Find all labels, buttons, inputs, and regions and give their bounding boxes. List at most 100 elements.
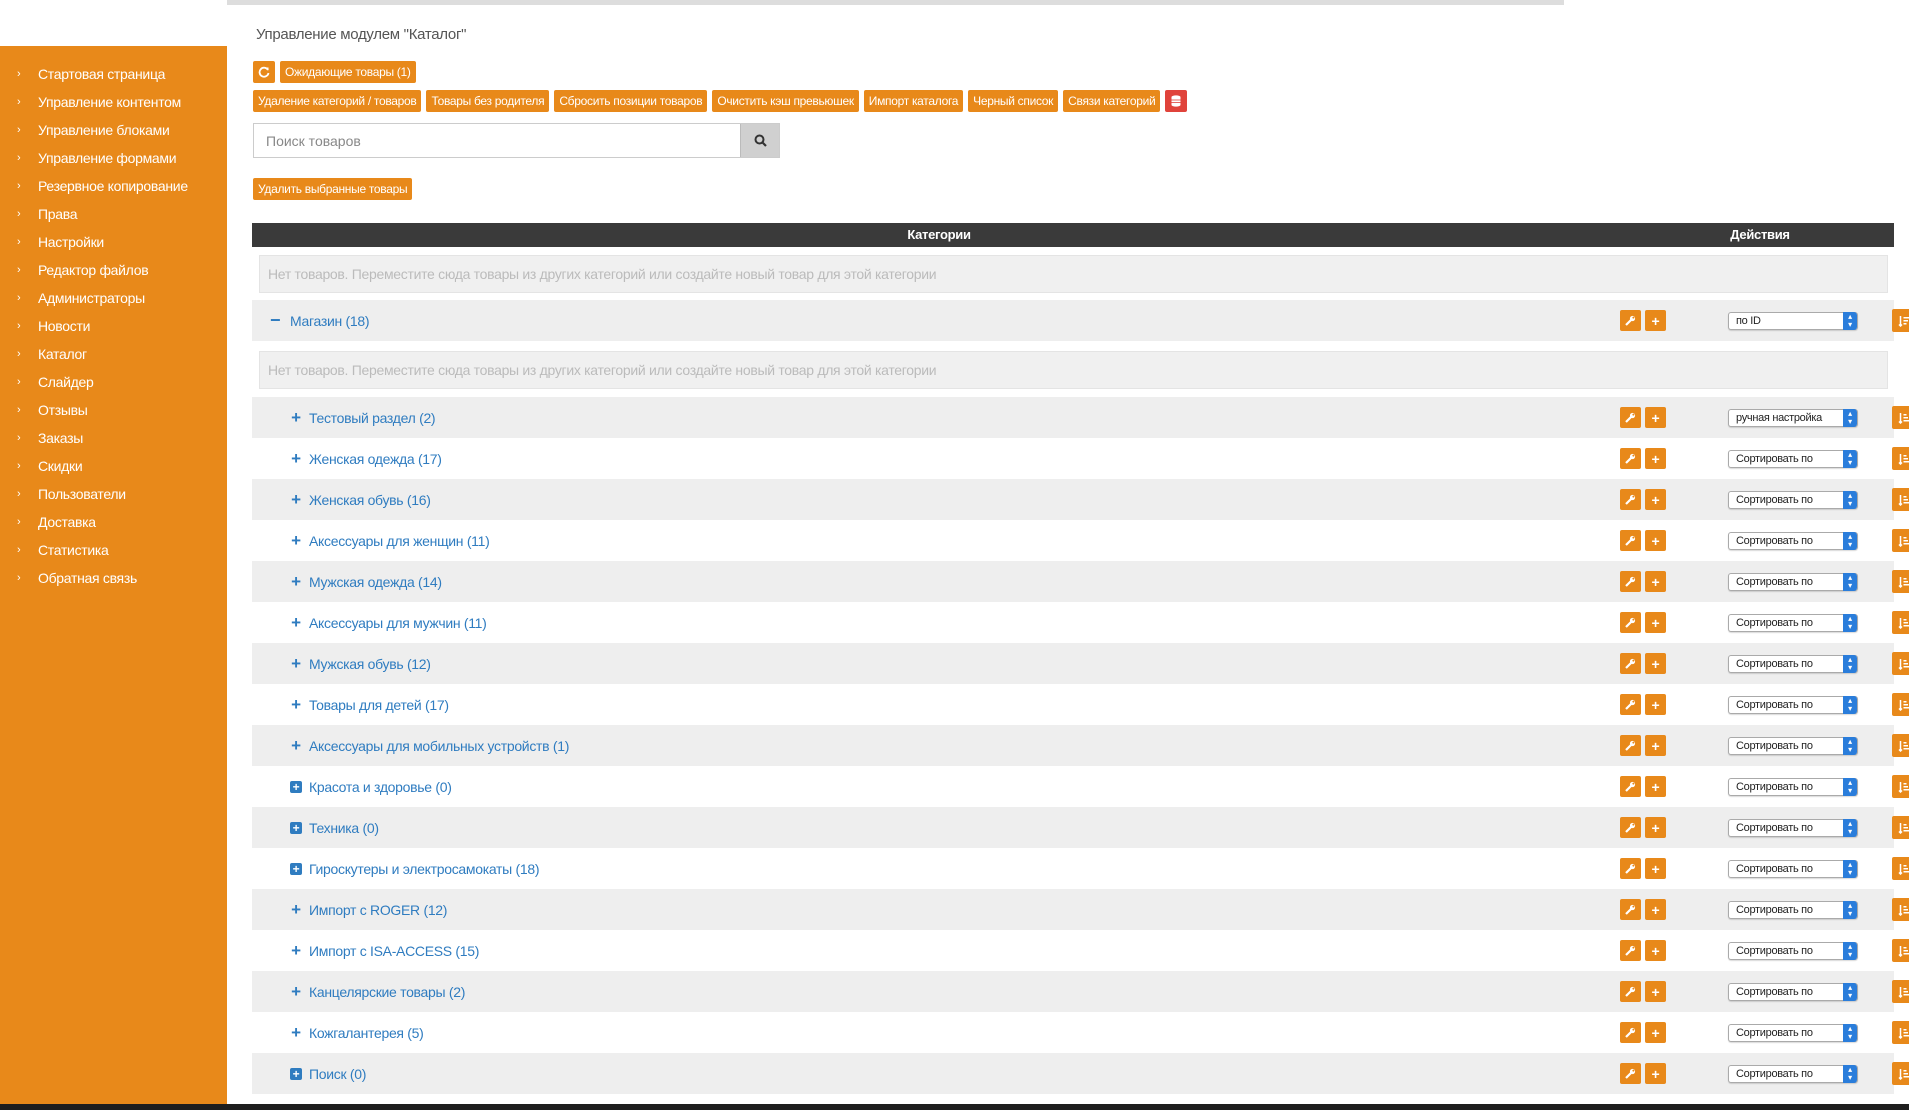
expand-icon[interactable]: + — [289, 613, 303, 633]
category-link[interactable]: Мужская обувь (12) — [309, 656, 431, 672]
sort-apply-button[interactable] — [1892, 611, 1909, 634]
sort-apply-button[interactable] — [1892, 980, 1909, 1003]
sort-apply-button[interactable] — [1892, 447, 1909, 470]
sidebar-item[interactable]: › Администраторы — [0, 284, 227, 312]
sidebar-item[interactable]: › Резервное копирование — [0, 172, 227, 200]
category-link[interactable]: Мужская одежда (14) — [309, 574, 442, 590]
sort-apply-button[interactable] — [1892, 529, 1909, 552]
expand-icon[interactable]: + — [290, 780, 302, 793]
add-button[interactable]: + — [1645, 858, 1666, 879]
add-button[interactable]: + — [1645, 407, 1666, 428]
category-link[interactable]: Гироскутеры и электросамокаты (18) — [309, 861, 539, 877]
category-link[interactable]: Женская обувь (16) — [309, 492, 431, 508]
edit-button[interactable] — [1620, 1063, 1641, 1084]
expand-icon[interactable]: + — [289, 736, 303, 756]
sort-apply-button[interactable] — [1892, 570, 1909, 593]
edit-button[interactable] — [1620, 735, 1641, 756]
sort-select[interactable]: Сортировать по ▴ ▾ — [1728, 695, 1858, 714]
category-link[interactable]: Товары для детей (17) — [309, 697, 449, 713]
add-button[interactable]: + — [1645, 817, 1666, 838]
expand-icon[interactable]: + — [289, 941, 303, 961]
sidebar-item[interactable]: › Доставка — [0, 508, 227, 536]
edit-button[interactable] — [1620, 489, 1641, 510]
sort-select[interactable]: Сортировать по ▴ ▾ — [1728, 900, 1858, 919]
category-link[interactable]: Канцелярские товары (2) — [309, 984, 465, 1000]
edit-button[interactable] — [1620, 407, 1641, 428]
edit-button[interactable] — [1620, 899, 1641, 920]
sort-select[interactable]: Сортировать по ▴ ▾ — [1728, 859, 1858, 878]
sort-apply-button[interactable] — [1892, 775, 1909, 798]
category-link[interactable]: Аксессуары для мужчин (11) — [309, 615, 487, 631]
sidebar-item[interactable]: › Каталог — [0, 340, 227, 368]
sidebar-item[interactable]: › Скидки — [0, 452, 227, 480]
expand-icon[interactable]: + — [289, 490, 303, 510]
sort-apply-button[interactable] — [1892, 734, 1909, 757]
add-button[interactable]: + — [1645, 981, 1666, 1002]
expand-icon[interactable]: + — [289, 982, 303, 1002]
sort-apply-button[interactable] — [1892, 406, 1909, 429]
expand-icon[interactable]: + — [290, 821, 302, 834]
edit-button[interactable] — [1620, 653, 1641, 674]
sort-select[interactable]: Сортировать по ▴ ▾ — [1728, 490, 1858, 509]
expand-icon[interactable]: + — [290, 1067, 302, 1080]
sort-apply-button[interactable] — [1892, 652, 1909, 675]
category-link[interactable]: Аксессуары для мобильных устройств (1) — [309, 738, 569, 754]
add-button[interactable]: + — [1645, 694, 1666, 715]
add-button[interactable]: + — [1645, 653, 1666, 674]
sort-apply-button[interactable] — [1892, 898, 1909, 921]
sort-select[interactable]: Сортировать по ▴ ▾ — [1728, 777, 1858, 796]
add-button[interactable]: + — [1645, 448, 1666, 469]
collapse-icon[interactable]: − — [270, 310, 281, 331]
sort-select[interactable]: Сортировать по ▴ ▾ — [1728, 1064, 1858, 1083]
sidebar-item[interactable]: › Отзывы — [0, 396, 227, 424]
toolbar-button[interactable]: Товары без родителя — [426, 90, 550, 112]
expand-icon[interactable]: + — [289, 654, 303, 674]
expand-icon[interactable]: + — [289, 695, 303, 715]
edit-button[interactable] — [1620, 448, 1641, 469]
sidebar-item[interactable]: › Настройки — [0, 228, 227, 256]
sort-select[interactable]: Сортировать по ▴ ▾ — [1728, 941, 1858, 960]
edit-button[interactable] — [1620, 817, 1641, 838]
category-link[interactable]: Поиск (0) — [309, 1066, 366, 1082]
sidebar-item[interactable]: › Редактор файлов — [0, 256, 227, 284]
sort-apply-button[interactable] — [1892, 309, 1909, 332]
sort-select[interactable]: Сортировать по ▴ ▾ — [1728, 572, 1858, 591]
sort-select[interactable]: Сортировать по ▴ ▾ — [1728, 1023, 1858, 1042]
sort-select[interactable]: Сортировать по ▴ ▾ — [1728, 449, 1858, 468]
edit-button[interactable] — [1620, 1022, 1641, 1043]
sort-apply-button[interactable] — [1892, 488, 1909, 511]
sidebar-item[interactable]: › Пользователи — [0, 480, 227, 508]
add-button[interactable]: + — [1645, 571, 1666, 592]
category-link[interactable]: Техника (0) — [309, 820, 379, 836]
toolbar-button[interactable]: Черный список — [968, 90, 1059, 112]
add-button[interactable]: + — [1645, 1063, 1666, 1084]
sort-select[interactable]: Сортировать по ▴ ▾ — [1728, 531, 1858, 550]
add-button[interactable]: + — [1645, 489, 1666, 510]
add-button[interactable]: + — [1645, 735, 1666, 756]
search-input[interactable] — [254, 124, 740, 157]
category-link[interactable]: Женская одежда (17) — [309, 451, 442, 467]
expand-icon[interactable]: + — [289, 531, 303, 551]
category-link[interactable]: Импорт с ROGER (12) — [309, 902, 447, 918]
expand-icon[interactable]: + — [289, 408, 303, 428]
edit-button[interactable] — [1620, 571, 1641, 592]
category-link[interactable]: Аксессуары для женщин (11) — [309, 533, 490, 549]
edit-button[interactable] — [1620, 858, 1641, 879]
database-delete-button[interactable] — [1165, 90, 1188, 112]
edit-button[interactable] — [1620, 981, 1641, 1002]
sort-select[interactable]: Сортировать по ▴ ▾ — [1728, 736, 1858, 755]
add-button[interactable]: + — [1645, 612, 1666, 633]
search-button[interactable] — [740, 124, 779, 157]
edit-button[interactable] — [1620, 530, 1641, 551]
sidebar-item[interactable]: › Управление блоками — [0, 116, 227, 144]
sort-apply-button[interactable] — [1892, 939, 1909, 962]
add-button[interactable]: + — [1645, 776, 1666, 797]
sidebar-item[interactable]: › Статистика — [0, 536, 227, 564]
category-link[interactable]: Тестовый раздел (2) — [309, 410, 436, 426]
pending-products-button[interactable]: Ожидающие товары (1) — [280, 61, 416, 83]
edit-button[interactable] — [1620, 776, 1641, 797]
sort-apply-button[interactable] — [1892, 1062, 1909, 1085]
edit-button[interactable] — [1620, 694, 1641, 715]
category-link[interactable]: Кожгалантерея (5) — [309, 1025, 424, 1041]
toolbar-button[interactable]: Импорт каталога — [863, 90, 964, 112]
